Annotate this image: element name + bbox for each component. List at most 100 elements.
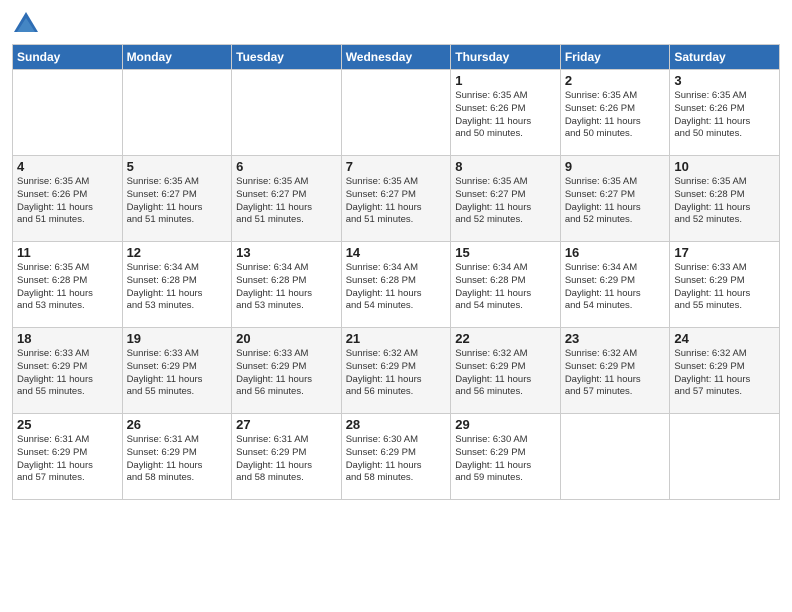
- calendar-cell: 15 Sunrise: 6:34 AM Sunset: 6:28 PM Dayli…: [451, 242, 561, 328]
- calendar-cell: 18 Sunrise: 6:33 AM Sunset: 6:29 PM Dayli…: [13, 328, 123, 414]
- day-info: Sunrise: 6:32 AM Sunset: 6:29 PM Dayligh…: [455, 348, 556, 399]
- day-number: 15: [455, 245, 556, 260]
- day-info: Sunrise: 6:31 AM Sunset: 6:29 PM Dayligh…: [17, 434, 118, 485]
- day-info: Sunrise: 6:35 AM Sunset: 6:26 PM Dayligh…: [565, 90, 666, 141]
- calendar-cell: 24 Sunrise: 6:32 AM Sunset: 6:29 PM Dayli…: [670, 328, 780, 414]
- calendar-cell: 12 Sunrise: 6:34 AM Sunset: 6:28 PM Dayli…: [122, 242, 232, 328]
- day-info: Sunrise: 6:34 AM Sunset: 6:28 PM Dayligh…: [346, 262, 447, 313]
- day-number: 13: [236, 245, 337, 260]
- calendar-week-1: 4 Sunrise: 6:35 AM Sunset: 6:26 PM Daylig…: [13, 156, 780, 242]
- day-info: Sunrise: 6:32 AM Sunset: 6:29 PM Dayligh…: [346, 348, 447, 399]
- day-info: Sunrise: 6:30 AM Sunset: 6:29 PM Dayligh…: [455, 434, 556, 485]
- calendar-cell: 28 Sunrise: 6:30 AM Sunset: 6:29 PM Dayli…: [341, 414, 451, 500]
- day-info: Sunrise: 6:32 AM Sunset: 6:29 PM Dayligh…: [674, 348, 775, 399]
- calendar-cell: [232, 70, 342, 156]
- day-info: Sunrise: 6:30 AM Sunset: 6:29 PM Dayligh…: [346, 434, 447, 485]
- calendar-cell: 5 Sunrise: 6:35 AM Sunset: 6:27 PM Daylig…: [122, 156, 232, 242]
- day-info: Sunrise: 6:35 AM Sunset: 6:27 PM Dayligh…: [127, 176, 228, 227]
- calendar-week-2: 11 Sunrise: 6:35 AM Sunset: 6:28 PM Dayli…: [13, 242, 780, 328]
- calendar-cell: [560, 414, 670, 500]
- calendar-cell: 7 Sunrise: 6:35 AM Sunset: 6:27 PM Daylig…: [341, 156, 451, 242]
- calendar-cell: 25 Sunrise: 6:31 AM Sunset: 6:29 PM Dayli…: [13, 414, 123, 500]
- calendar-cell: 26 Sunrise: 6:31 AM Sunset: 6:29 PM Dayli…: [122, 414, 232, 500]
- col-header-saturday: Saturday: [670, 45, 780, 70]
- day-info: Sunrise: 6:35 AM Sunset: 6:26 PM Dayligh…: [455, 90, 556, 141]
- calendar-cell: 1 Sunrise: 6:35 AM Sunset: 6:26 PM Daylig…: [451, 70, 561, 156]
- calendar-week-0: 1 Sunrise: 6:35 AM Sunset: 6:26 PM Daylig…: [13, 70, 780, 156]
- day-number: 28: [346, 417, 447, 432]
- calendar-cell: 6 Sunrise: 6:35 AM Sunset: 6:27 PM Daylig…: [232, 156, 342, 242]
- day-info: Sunrise: 6:35 AM Sunset: 6:26 PM Dayligh…: [17, 176, 118, 227]
- day-info: Sunrise: 6:33 AM Sunset: 6:29 PM Dayligh…: [127, 348, 228, 399]
- day-number: 26: [127, 417, 228, 432]
- day-number: 18: [17, 331, 118, 346]
- calendar-cell: [122, 70, 232, 156]
- day-info: Sunrise: 6:34 AM Sunset: 6:28 PM Dayligh…: [455, 262, 556, 313]
- calendar-cell: 3 Sunrise: 6:35 AM Sunset: 6:26 PM Daylig…: [670, 70, 780, 156]
- day-info: Sunrise: 6:35 AM Sunset: 6:27 PM Dayligh…: [565, 176, 666, 227]
- day-number: 2: [565, 73, 666, 88]
- col-header-thursday: Thursday: [451, 45, 561, 70]
- day-number: 25: [17, 417, 118, 432]
- day-number: 6: [236, 159, 337, 174]
- day-number: 12: [127, 245, 228, 260]
- day-info: Sunrise: 6:34 AM Sunset: 6:28 PM Dayligh…: [236, 262, 337, 313]
- day-number: 3: [674, 73, 775, 88]
- day-info: Sunrise: 6:35 AM Sunset: 6:27 PM Dayligh…: [236, 176, 337, 227]
- day-number: 19: [127, 331, 228, 346]
- calendar-cell: [670, 414, 780, 500]
- day-info: Sunrise: 6:34 AM Sunset: 6:28 PM Dayligh…: [127, 262, 228, 313]
- day-info: Sunrise: 6:35 AM Sunset: 6:26 PM Dayligh…: [674, 90, 775, 141]
- calendar-cell: 11 Sunrise: 6:35 AM Sunset: 6:28 PM Dayli…: [13, 242, 123, 328]
- day-info: Sunrise: 6:34 AM Sunset: 6:29 PM Dayligh…: [565, 262, 666, 313]
- calendar-cell: 19 Sunrise: 6:33 AM Sunset: 6:29 PM Dayli…: [122, 328, 232, 414]
- day-number: 14: [346, 245, 447, 260]
- day-info: Sunrise: 6:35 AM Sunset: 6:28 PM Dayligh…: [17, 262, 118, 313]
- day-number: 23: [565, 331, 666, 346]
- day-number: 22: [455, 331, 556, 346]
- calendar-cell: 27 Sunrise: 6:31 AM Sunset: 6:29 PM Dayli…: [232, 414, 342, 500]
- day-number: 24: [674, 331, 775, 346]
- logo-icon: [12, 10, 40, 38]
- calendar-cell: 21Sunrise: 6:32 AM Sunset: 6:29 PM Dayli…: [341, 328, 451, 414]
- day-info: Sunrise: 6:33 AM Sunset: 6:29 PM Dayligh…: [17, 348, 118, 399]
- calendar-cell: 23 Sunrise: 6:32 AM Sunset: 6:29 PM Dayli…: [560, 328, 670, 414]
- calendar-cell: 2 Sunrise: 6:35 AM Sunset: 6:26 PM Daylig…: [560, 70, 670, 156]
- day-number: 11: [17, 245, 118, 260]
- day-number: 7: [346, 159, 447, 174]
- day-number: 1: [455, 73, 556, 88]
- col-header-sunday: Sunday: [13, 45, 123, 70]
- day-number: 17: [674, 245, 775, 260]
- day-number: 27: [236, 417, 337, 432]
- calendar-week-4: 25 Sunrise: 6:31 AM Sunset: 6:29 PM Dayli…: [13, 414, 780, 500]
- day-number: 4: [17, 159, 118, 174]
- day-info: Sunrise: 6:35 AM Sunset: 6:27 PM Dayligh…: [346, 176, 447, 227]
- calendar-cell: 4 Sunrise: 6:35 AM Sunset: 6:26 PM Daylig…: [13, 156, 123, 242]
- calendar-cell: [13, 70, 123, 156]
- day-info: Sunrise: 6:31 AM Sunset: 6:29 PM Dayligh…: [127, 434, 228, 485]
- logo: [12, 10, 44, 38]
- day-number: 10: [674, 159, 775, 174]
- col-header-monday: Monday: [122, 45, 232, 70]
- page: SundayMondayTuesdayWednesdayThursdayFrid…: [0, 0, 792, 612]
- day-info: Sunrise: 6:32 AM Sunset: 6:29 PM Dayligh…: [565, 348, 666, 399]
- day-info: Sunrise: 6:35 AM Sunset: 6:27 PM Dayligh…: [455, 176, 556, 227]
- day-number: 5: [127, 159, 228, 174]
- calendar-cell: 16 Sunrise: 6:34 AM Sunset: 6:29 PM Dayli…: [560, 242, 670, 328]
- col-header-wednesday: Wednesday: [341, 45, 451, 70]
- calendar-cell: 13 Sunrise: 6:34 AM Sunset: 6:28 PM Dayli…: [232, 242, 342, 328]
- col-header-tuesday: Tuesday: [232, 45, 342, 70]
- calendar-cell: 14 Sunrise: 6:34 AM Sunset: 6:28 PM Dayli…: [341, 242, 451, 328]
- day-number: 8: [455, 159, 556, 174]
- calendar-header-row: SundayMondayTuesdayWednesdayThursdayFrid…: [13, 45, 780, 70]
- day-info: Sunrise: 6:35 AM Sunset: 6:28 PM Dayligh…: [674, 176, 775, 227]
- day-info: Sunrise: 6:31 AM Sunset: 6:29 PM Dayligh…: [236, 434, 337, 485]
- day-number: 16: [565, 245, 666, 260]
- calendar-week-3: 18 Sunrise: 6:33 AM Sunset: 6:29 PM Dayli…: [13, 328, 780, 414]
- col-header-friday: Friday: [560, 45, 670, 70]
- calendar-cell: 9 Sunrise: 6:35 AM Sunset: 6:27 PM Daylig…: [560, 156, 670, 242]
- calendar-cell: 10 Sunrise: 6:35 AM Sunset: 6:28 PM Dayli…: [670, 156, 780, 242]
- day-number: 9: [565, 159, 666, 174]
- calendar-cell: 29Sunrise: 6:30 AM Sunset: 6:29 PM Dayli…: [451, 414, 561, 500]
- day-number: 20: [236, 331, 337, 346]
